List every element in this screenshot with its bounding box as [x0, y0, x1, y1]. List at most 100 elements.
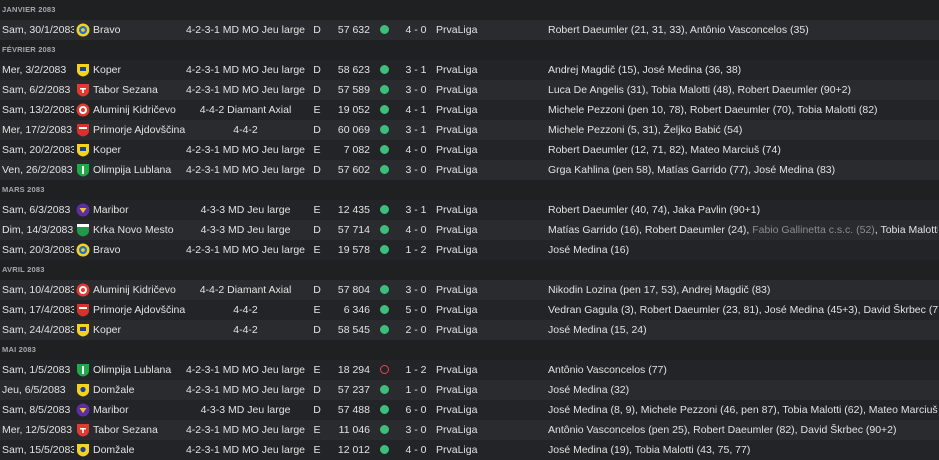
scorers-cell: José Medina (8, 9), Michele Pezzoni (46,… [548, 400, 938, 420]
scorers-cell: Luca De Angelis (31), Tobia Malotti (48)… [548, 80, 938, 100]
result-win-icon [380, 65, 390, 75]
month-header: AVRIL 2083 [2, 265, 45, 274]
score-link[interactable]: 3 - 0 [398, 280, 434, 300]
score-link[interactable]: 4 - 1 [398, 100, 434, 120]
competition-link[interactable]: PrvaLiga [436, 380, 506, 400]
fixture-row[interactable]: Sam, 1/5/2083 Olimpija Lublana 4-2-3-1 MD … [0, 360, 939, 380]
competition-link[interactable]: PrvaLiga [436, 80, 506, 100]
score-link[interactable]: 1 - 2 [398, 360, 434, 380]
attendance: 60 069 [337, 124, 370, 136]
attendance: 57 632 [337, 24, 370, 36]
fixture-row[interactable]: Mer, 12/5/2083 Tabor Sezana 4-2-3-1 MD MO … [0, 420, 939, 440]
result-win-icon [380, 105, 390, 115]
fixture-row[interactable]: Mer, 3/2/2083 Koper 4-2-3-1 MD MO Jeu larg… [0, 60, 939, 80]
competition-link[interactable]: PrvaLiga [436, 300, 506, 320]
venue: D [313, 284, 321, 296]
competition-link[interactable]: PrvaLiga [436, 160, 506, 180]
competition-link[interactable]: PrvaLiga [436, 320, 506, 340]
match-date: Sam, 8/5/2083 [2, 404, 71, 416]
score-link[interactable]: 3 - 0 [398, 420, 434, 440]
goal-scorers-tail: , Tobia Malotti (56) [874, 224, 938, 236]
fixture-row[interactable]: Sam, 6/2/2083 Tabor Sezana 4-2-3-1 MD MO J… [0, 80, 939, 100]
attendance: 57 714 [337, 224, 370, 236]
attendance: 57 488 [337, 404, 370, 416]
fixture-row[interactable]: Sam, 20/3/2083 Bravo 4-2-3-1 MD MO Jeu lar… [0, 240, 939, 260]
attendance: 12 435 [337, 204, 370, 216]
match-date: Mer, 17/2/2083 [2, 124, 73, 136]
tabor-crest-icon [76, 423, 90, 437]
score-link[interactable]: 5 - 0 [398, 300, 434, 320]
score-link[interactable]: 4 - 0 [398, 140, 434, 160]
competition-link[interactable]: PrvaLiga [436, 440, 506, 460]
scorers-cell: José Medina (16) [548, 240, 938, 260]
fixture-row[interactable]: Sam, 13/2/2083 Aluminij Kidričevo 4-4-2 Di… [0, 100, 939, 120]
tactic: 4-2-3-1 MD MO Jeu large [185, 244, 306, 256]
venue: D [313, 224, 321, 236]
month-header: JANVIER 2083 [2, 5, 56, 14]
result-win-icon [380, 245, 390, 255]
goal-scorers: Vedran Gagula (3), Robert Daeumler (23, … [548, 304, 938, 316]
fixture-row[interactable]: Sam, 20/2/2083 Koper 4-2-3-1 MD MO Jeu lar… [0, 140, 939, 160]
score-link[interactable]: 3 - 0 [398, 160, 434, 180]
match-date: Sam, 20/3/2083 [2, 244, 74, 256]
fixture-row[interactable]: Mer, 17/2/2083 Primorje Ajdovščina 4-4-2 D 6… [0, 120, 939, 140]
tactic: 4-2-3-1 MD MO Jeu large [185, 424, 306, 436]
fixture-row[interactable]: Jeu, 6/5/2083 Domžale 4-2-3-1 MD MO Jeu la… [0, 380, 939, 400]
fixture-row[interactable]: Sam, 30/1/2083 Bravo 4-2-3-1 MD MO Jeu lar… [0, 20, 939, 40]
fixture-row[interactable]: Dim, 14/3/2083 Krka Novo Mesto 4-3-3 MD Je… [0, 220, 939, 240]
score-link[interactable]: 4 - 0 [398, 220, 434, 240]
scorers-cell: Vedran Gagula (3), Robert Daeumler (23, … [548, 300, 938, 320]
score-link[interactable]: 1 - 2 [398, 240, 434, 260]
competition-link[interactable]: PrvaLiga [436, 280, 506, 300]
tactic: 4-4-2 Diamant Axial [199, 104, 292, 116]
scorers-cell: José Medina (32) [548, 380, 938, 400]
attendance: 12 012 [337, 444, 370, 456]
scorers-cell: Antônio Vasconcelos (pen 25), Robert Dae… [548, 420, 938, 440]
competition-link[interactable]: PrvaLiga [436, 400, 506, 420]
score-link[interactable]: 6 - 0 [398, 400, 434, 420]
fixture-row[interactable]: Sam, 17/4/2083 Primorje Ajdovščina 4-4-2 E 6… [0, 300, 939, 320]
score-link[interactable]: 4 - 0 [398, 440, 434, 460]
goal-scorers: Matías Garrido (16), Robert Daeumler (24… [548, 224, 753, 236]
competition-link[interactable]: PrvaLiga [436, 360, 506, 380]
fixture-row[interactable]: Sam, 8/5/2083 Maribor 4-3-3 MD Jeu large D 5… [0, 400, 939, 420]
fixture-row[interactable]: Sam, 6/3/2083 Maribor 4-3-3 MD Jeu large E 1… [0, 200, 939, 220]
scorers-cell: Robert Daeumler (21, 31, 33), Antônio Va… [548, 20, 938, 40]
scorers-cell: Grga Kahlina (pen 58), Matías Garrido (7… [548, 160, 938, 180]
competition-link[interactable]: PrvaLiga [436, 60, 506, 80]
venue: D [313, 404, 321, 416]
competition-link[interactable]: PrvaLiga [436, 420, 506, 440]
result-loss-icon [380, 365, 390, 375]
score-link[interactable]: 3 - 1 [398, 200, 434, 220]
attendance: 58 623 [337, 64, 370, 76]
attendance: 11 046 [338, 424, 370, 436]
month-header: MARS 2083 [2, 185, 45, 194]
fixture-row[interactable]: Sam, 15/5/2083 Domžale 4-2-3-1 MD MO Jeu l… [0, 440, 939, 460]
fixture-row[interactable]: Sam, 10/4/2083 Aluminij Kidričevo 4-4-2 Di… [0, 280, 939, 300]
krka-crest-icon [76, 223, 90, 237]
score-link[interactable]: 2 - 0 [398, 320, 434, 340]
competition-link[interactable]: PrvaLiga [436, 20, 506, 40]
result-win-icon [380, 125, 390, 135]
scorers-cell: Nikodin Lozina (pen 17, 53), Andrej Magd… [548, 280, 938, 300]
fixture-row[interactable]: Sam, 24/4/2083 Koper 4-4-2 D 58 545 2 - 0 Prva… [0, 320, 939, 340]
score-link[interactable]: 3 - 1 [398, 60, 434, 80]
competition-link[interactable]: PrvaLiga [436, 240, 506, 260]
match-date: Sam, 13/2/2083 [2, 104, 74, 116]
bravo-crest-icon [76, 243, 90, 257]
score-link[interactable]: 4 - 0 [398, 20, 434, 40]
result-win-icon [380, 165, 390, 175]
competition-link[interactable]: PrvaLiga [436, 200, 506, 220]
score-link[interactable]: 1 - 0 [398, 380, 434, 400]
competition-link[interactable]: PrvaLiga [436, 220, 506, 240]
scorers-cell: Robert Daeumler (40, 74), Jaka Pavlin (9… [548, 200, 938, 220]
score-link[interactable]: 3 - 0 [398, 80, 434, 100]
score-link[interactable]: 3 - 1 [398, 120, 434, 140]
attendance: 58 545 [337, 324, 370, 336]
tactic: 4-2-3-1 MD MO Jeu large [185, 84, 306, 96]
competition-link[interactable]: PrvaLiga [436, 100, 506, 120]
competition-link[interactable]: PrvaLiga [436, 140, 506, 160]
month-header: FÉVRIER 2083 [2, 45, 56, 54]
competition-link[interactable]: PrvaLiga [436, 120, 506, 140]
fixture-row[interactable]: Ven, 26/2/2083 Olimpija Lublana 4-2-3-1 MD… [0, 160, 939, 180]
